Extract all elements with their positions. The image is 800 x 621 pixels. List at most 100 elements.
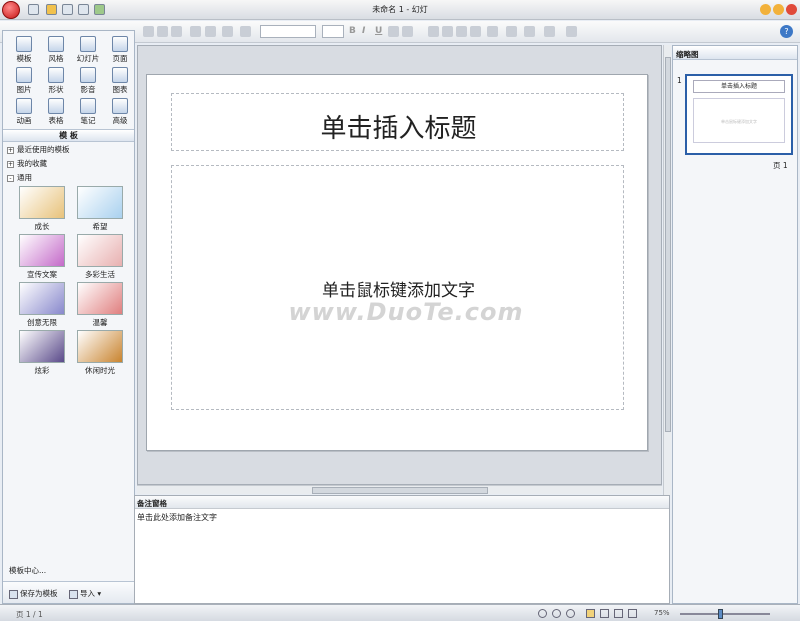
- template-image: [77, 234, 123, 267]
- template-thumbnail[interactable]: 炫彩: [19, 330, 65, 376]
- vertical-scrollbar[interactable]: [663, 45, 671, 495]
- tool-icon: [80, 36, 96, 52]
- thumbnail-body: 单击鼠标键添加文字: [693, 98, 785, 143]
- open-icon[interactable]: [46, 4, 57, 15]
- tool-5[interactable]: 形状: [41, 67, 71, 95]
- zoom-slider[interactable]: [680, 613, 770, 615]
- template-thumbnail[interactable]: 休闲时光: [77, 330, 123, 376]
- save-icon[interactable]: [62, 4, 73, 15]
- font-name-select[interactable]: [260, 25, 316, 38]
- horizontal-scroll-thumb[interactable]: [312, 487, 488, 494]
- expand-icon[interactable]: +: [7, 160, 14, 168]
- tool-icon: [16, 98, 32, 114]
- tool-icon: [80, 98, 96, 114]
- paste-icon[interactable]: [171, 26, 182, 37]
- template-thumbnail[interactable]: 成长: [19, 186, 65, 232]
- tree-item-general[interactable]: - 通用: [7, 172, 32, 183]
- line-spacing-icon[interactable]: [487, 26, 498, 37]
- tool-icon: [48, 36, 64, 52]
- help-icon[interactable]: ?: [780, 25, 793, 38]
- align-center-icon[interactable]: [442, 26, 453, 37]
- align-right-icon[interactable]: [456, 26, 467, 37]
- tree-item-recent[interactable]: + 最近使用的模板: [7, 144, 70, 155]
- tool-1[interactable]: 风格: [41, 36, 71, 64]
- play-icon[interactable]: [538, 609, 547, 618]
- undo-icon[interactable]: [205, 26, 216, 37]
- outline-view-icon[interactable]: [600, 609, 609, 618]
- tool-label: 幻灯片: [76, 54, 100, 63]
- sorter-view-icon[interactable]: [614, 609, 623, 618]
- notes-header: 备注窗格: [135, 496, 669, 509]
- save-as-template-button[interactable]: 保存为模板: [9, 588, 58, 599]
- vertical-scroll-thumb[interactable]: [665, 57, 671, 432]
- indent-icon[interactable]: [544, 26, 555, 37]
- tool-11[interactable]: 高级: [105, 98, 135, 126]
- format-painter-icon[interactable]: [190, 26, 201, 37]
- tool-0[interactable]: 模板: [9, 36, 39, 64]
- tool-icon: [16, 67, 32, 83]
- watermark: www.DuoTe.com: [288, 298, 524, 326]
- redo-icon[interactable]: [222, 26, 233, 37]
- template-thumbnail[interactable]: 温馨: [77, 282, 123, 328]
- slideshow-icon[interactable]: [566, 609, 575, 618]
- tool-3[interactable]: 页面: [105, 36, 135, 64]
- tool-2[interactable]: 幻灯片: [73, 36, 103, 64]
- maximize-button[interactable]: [773, 4, 784, 15]
- zoom-level: 75%: [654, 609, 670, 617]
- tool-4[interactable]: 图片: [9, 67, 39, 95]
- minimize-button[interactable]: [760, 4, 771, 15]
- numbering-icon[interactable]: [524, 26, 535, 37]
- brush-icon[interactable]: [240, 26, 251, 37]
- zoom-slider-knob[interactable]: [718, 609, 723, 619]
- bullets-icon[interactable]: [506, 26, 517, 37]
- template-thumbnail[interactable]: 创意无限: [19, 282, 65, 328]
- template-label: 希望: [92, 222, 108, 231]
- horizontal-scrollbar[interactable]: [137, 485, 662, 494]
- title-placeholder[interactable]: 单击插入标题: [171, 93, 624, 151]
- tool-8[interactable]: 动画: [9, 98, 39, 126]
- tool-6[interactable]: 影音: [73, 67, 103, 95]
- tool-label: 图表: [112, 85, 128, 94]
- thumbnail-title: 单击插入标题: [693, 80, 785, 93]
- template-center-link[interactable]: 模板中心...: [9, 565, 46, 576]
- align-left-icon[interactable]: [428, 26, 439, 37]
- italic-icon[interactable]: I: [362, 26, 365, 36]
- email-icon[interactable]: [94, 4, 105, 15]
- print-icon[interactable]: [78, 4, 89, 15]
- font-size-select[interactable]: [322, 25, 344, 38]
- tree-item-favorites[interactable]: + 我的收藏: [7, 158, 47, 169]
- app-logo-icon[interactable]: [2, 1, 20, 19]
- body-placeholder[interactable]: 单击鼠标键添加文字 www.DuoTe.com: [171, 165, 624, 410]
- title-bar: 未命名 1 - 幻灯: [0, 0, 800, 20]
- tool-icon: [112, 98, 128, 114]
- expand-icon[interactable]: +: [7, 146, 14, 154]
- justify-icon[interactable]: [470, 26, 481, 37]
- template-thumbnail[interactable]: 宣传文案: [19, 234, 65, 280]
- template-label: 温馨: [92, 318, 108, 327]
- underline-icon[interactable]: U: [375, 26, 382, 36]
- notes-view-icon[interactable]: [628, 609, 637, 618]
- cut-icon[interactable]: [143, 26, 154, 37]
- record-icon[interactable]: [552, 609, 561, 618]
- tool-9[interactable]: 表格: [41, 98, 71, 126]
- tool-10[interactable]: 笔记: [73, 98, 103, 126]
- bold-icon[interactable]: B: [349, 26, 356, 36]
- tool-7[interactable]: 图表: [105, 67, 135, 95]
- slide-thumbnail[interactable]: 单击插入标题 单击鼠标键添加文字: [685, 74, 793, 155]
- copy-icon[interactable]: [157, 26, 168, 37]
- collapse-icon[interactable]: -: [7, 174, 14, 182]
- notes-input[interactable]: 单击此处添加备注文字: [137, 512, 217, 523]
- slide-canvas[interactable]: 单击插入标题 单击鼠标键添加文字 www.DuoTe.com: [146, 74, 648, 451]
- more-icon[interactable]: [566, 26, 577, 37]
- normal-view-icon[interactable]: [586, 609, 595, 618]
- template-image: [19, 282, 65, 315]
- tool-icon: [80, 67, 96, 83]
- tool-label: 动画: [16, 116, 32, 125]
- template-thumbnail[interactable]: 多彩生活: [77, 234, 123, 280]
- font-color-icon[interactable]: [402, 26, 413, 37]
- strikethrough-icon[interactable]: [388, 26, 399, 37]
- close-button[interactable]: [786, 4, 797, 15]
- template-thumbnail[interactable]: 希望: [77, 186, 123, 232]
- new-icon[interactable]: [28, 4, 39, 15]
- import-button[interactable]: 导入 ▾: [69, 588, 101, 599]
